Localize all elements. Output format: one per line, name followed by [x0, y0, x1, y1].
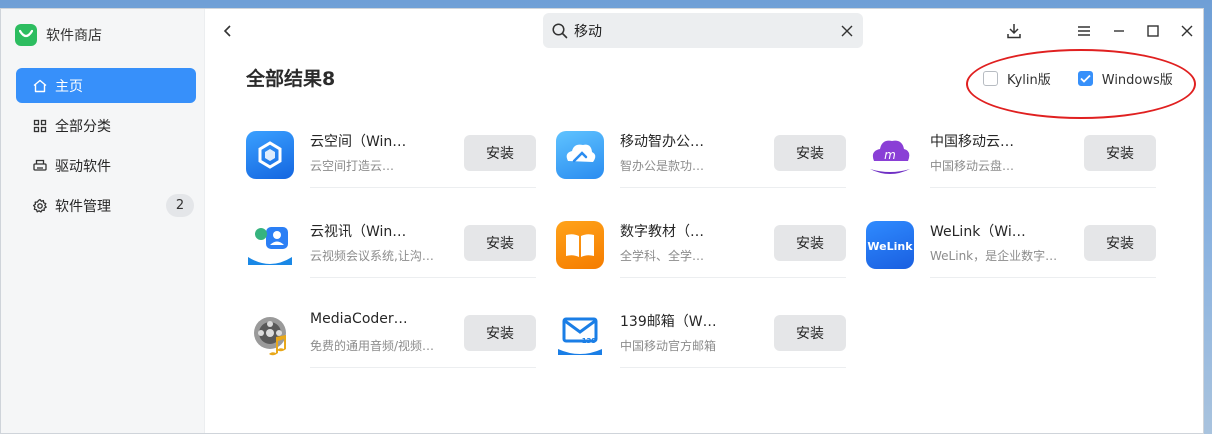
app-card[interactable]: 数字教材（… 全学科、全学… 安装 [556, 209, 846, 279]
sidebar-item-drivers[interactable]: 驱动软件 [16, 148, 196, 183]
app-name: 139邮箱（W… [620, 314, 717, 330]
sidebar-item-label: 全部分类 [55, 118, 111, 135]
app-description: 中国移动官方邮箱 [620, 339, 717, 353]
download-button[interactable] [1004, 21, 1024, 41]
app-name: 数字教材（… [620, 224, 704, 240]
app-description: 云空间打造云… [310, 159, 395, 173]
row-divider [620, 367, 846, 368]
search-input[interactable]: 移动 [574, 21, 839, 41]
back-button[interactable] [218, 21, 238, 41]
store-logo-icon [15, 24, 37, 46]
install-button[interactable]: 安装 [774, 135, 846, 171]
smart-office-icon [556, 131, 604, 179]
app-card[interactable]: 云空间（Win… 云空间打造云… 安装 [246, 119, 536, 189]
app-description: 全学科、全学… [620, 249, 705, 263]
app-name: 云视讯（Win… [310, 224, 407, 240]
app-card[interactable]: m 中国移动云… 中国移动云盘… 安装 [866, 119, 1156, 189]
maximize-button[interactable] [1143, 21, 1163, 41]
svg-text:139: 139 [582, 337, 597, 345]
app-card[interactable]: 云视讯（Win… 云视频会议系统,让沟… 安装 [246, 209, 536, 279]
maximize-icon [1147, 25, 1159, 37]
gear-icon [32, 198, 47, 213]
row-divider [930, 187, 1156, 188]
update-count-badge: 2 [166, 194, 194, 217]
results-title: 全部结果8 [246, 68, 336, 90]
chevron-left-icon [223, 25, 231, 37]
app-description: 中国移动云盘… [930, 159, 1015, 173]
row-divider [620, 277, 846, 278]
printer-icon [33, 159, 47, 171]
grid-icon [33, 119, 47, 132]
app-card[interactable]: MediaCoder… 免费的通用音频/视频… 安装 [246, 299, 536, 369]
install-button[interactable]: 安装 [774, 315, 846, 351]
sidebar: 软件商店 主页 全部分类 驱动软件 软件管理 2 [1, 9, 205, 433]
filter-label: Windows版 [1101, 73, 1173, 88]
app-name: 中国移动云… [930, 134, 1014, 150]
app-description: 云视频会议系统,让沟… [310, 249, 434, 263]
close-icon [1181, 25, 1193, 37]
cloud-video-icon [246, 221, 294, 269]
app-name: 移动智办公… [620, 134, 704, 150]
sidebar-item-label: 软件管理 [55, 198, 111, 215]
app-window: 软件商店 主页 全部分类 驱动软件 软件管理 2 移动 全部结果8 Kylin版… [0, 8, 1204, 434]
checkmark-icon [1080, 74, 1091, 83]
install-button[interactable]: 安装 [464, 135, 536, 171]
filter-windows[interactable]: Windows版 [1077, 69, 1173, 88]
svg-text:m: m [884, 148, 896, 162]
app-name: WeLink（Wi… [930, 224, 1026, 240]
welink-icon: WeLink [866, 221, 914, 269]
clear-search-icon[interactable] [839, 23, 855, 39]
download-icon [1007, 24, 1021, 39]
menu-icon [1078, 26, 1090, 36]
svg-text:WeLink: WeLink [867, 240, 913, 253]
sidebar-item-software-management[interactable]: 软件管理 2 [16, 188, 196, 223]
install-button[interactable]: 安装 [774, 225, 846, 261]
app-card[interactable]: 139 139邮箱（W… 中国移动官方邮箱 安装 [556, 299, 846, 369]
row-divider [310, 277, 536, 278]
app-name: 云空间（Win… [310, 134, 407, 150]
digital-textbook-icon [556, 221, 604, 269]
titlebar: 移动 [206, 9, 1203, 55]
sidebar-item-home[interactable]: 主页 [16, 68, 196, 103]
search-icon [552, 22, 568, 38]
cloud-space-icon [246, 131, 294, 179]
sidebar-item-label: 驱动软件 [55, 158, 111, 175]
sidebar-nav: 主页 全部分类 驱动软件 软件管理 2 [16, 68, 196, 228]
sidebar-item-label: 主页 [55, 78, 83, 95]
install-button[interactable]: 安装 [1084, 225, 1156, 261]
sidebar-item-all-categories[interactable]: 全部分类 [16, 108, 196, 143]
filter-label: Kylin版 [1007, 73, 1051, 88]
menu-button[interactable] [1074, 21, 1094, 41]
install-button[interactable]: 安装 [1084, 135, 1156, 171]
mediacoder-icon [246, 311, 294, 359]
app-card[interactable]: WeLink WeLink（Wi… WeLink，是企业数字… 安装 [866, 209, 1156, 279]
version-filters: Kylin版 Windows版 [983, 69, 1173, 88]
app-name: MediaCoder… [310, 311, 408, 327]
app-title: 软件商店 [46, 28, 102, 44]
app-description: WeLink，是企业数字… [930, 249, 1058, 263]
minimize-button[interactable] [1109, 21, 1129, 41]
filter-kylin[interactable]: Kylin版 [983, 69, 1051, 88]
app-header: 软件商店 [15, 23, 102, 47]
home-icon [33, 79, 47, 92]
app-card[interactable]: 移动智办公… 智办公是款功… 安装 [556, 119, 846, 189]
app-description: 免费的通用音频/视频… [310, 339, 435, 353]
row-divider [930, 277, 1156, 278]
china-mobile-cloud-icon: m [866, 131, 914, 179]
row-divider [310, 367, 536, 368]
install-button[interactable]: 安装 [464, 315, 536, 351]
windows-checkbox[interactable] [1077, 71, 1093, 86]
app-description: 智办公是款功… [620, 159, 705, 173]
minimize-icon [1114, 30, 1124, 32]
mail-139-icon: 139 [556, 311, 604, 359]
search-box[interactable]: 移动 [543, 13, 863, 48]
install-button[interactable]: 安装 [464, 225, 536, 261]
row-divider [310, 187, 536, 188]
close-button[interactable] [1177, 21, 1197, 41]
row-divider [620, 187, 846, 188]
kylin-checkbox[interactable] [983, 71, 998, 86]
